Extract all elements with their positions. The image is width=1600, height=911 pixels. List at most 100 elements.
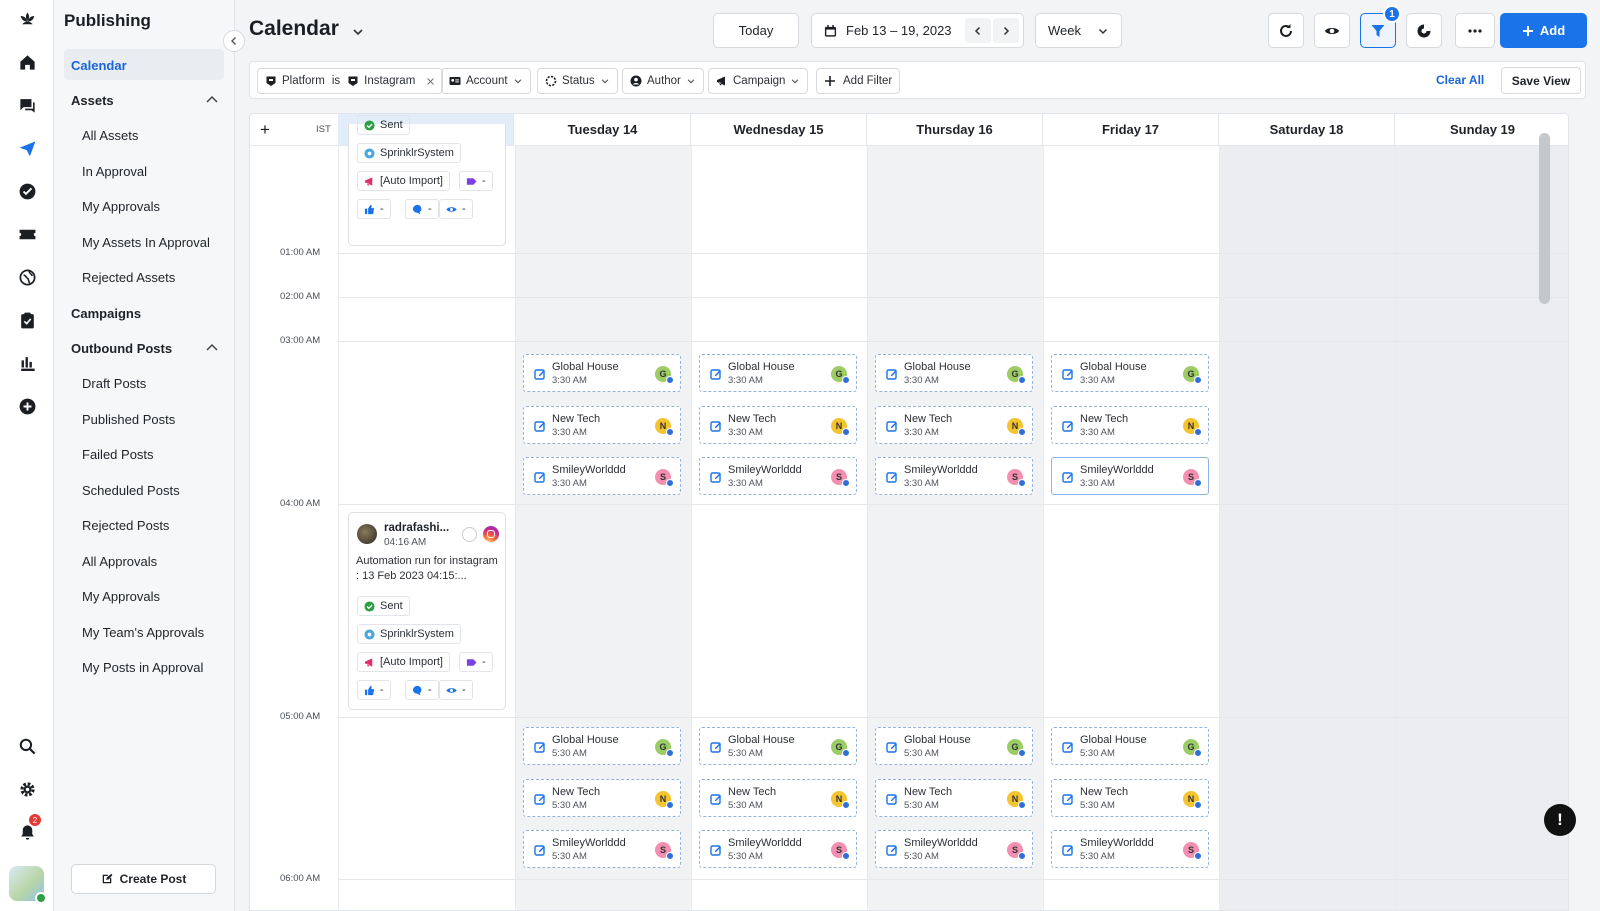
globe-icon[interactable] (14, 264, 40, 290)
notifications-icon[interactable]: 2 (14, 814, 41, 845)
scheduled-post-card[interactable]: New Tech 5:30 AM N (1051, 779, 1209, 817)
approvals-icon[interactable] (14, 178, 40, 204)
sidebar-item-calendar[interactable]: Calendar (64, 49, 224, 80)
clear-all-link[interactable]: Clear All (1436, 73, 1484, 87)
scheduled-post-card[interactable]: Global House 3:30 AM G (523, 354, 681, 392)
post-card[interactable]: Sent SprinklrSystem [Auto Import] - - - - (348, 115, 506, 246)
day-header[interactable]: Wednesday 15 (691, 114, 867, 146)
sidebar-item-published-posts[interactable]: Published Posts (82, 412, 175, 427)
scheduled-post-card[interactable]: Global House 3:30 AM G (699, 354, 857, 392)
avatar[interactable] (9, 866, 47, 904)
chevron-up-icon[interactable] (205, 93, 219, 107)
day-header[interactable]: Saturday 18 (1219, 114, 1395, 146)
sidebar-item-failed-posts[interactable]: Failed Posts (82, 447, 154, 462)
previous-week-button[interactable] (965, 18, 991, 43)
sidebar-item-rejected-assets[interactable]: Rejected Assets (82, 270, 175, 285)
settings-icon[interactable] (14, 776, 40, 802)
post-author[interactable]: radrafashi... (384, 522, 449, 534)
logo-icon[interactable] (14, 6, 40, 32)
create-post-button[interactable]: Create Post (71, 864, 216, 894)
sidebar-section-campaigns[interactable]: Campaigns (71, 306, 141, 321)
campaign-filter-chip[interactable]: Campaign (708, 68, 809, 94)
more-options-button[interactable] (1455, 13, 1495, 48)
post-card[interactable]: radrafashi... 04:16 AM Automation run for … (348, 512, 506, 710)
save-view-button[interactable]: Save View (1501, 67, 1581, 94)
tasks-icon[interactable] (14, 307, 40, 333)
status-filter-chip[interactable]: Status (537, 68, 618, 94)
facebook-icon (1018, 479, 1026, 487)
scheduled-post-card[interactable]: Global House 3:30 AM G (1051, 354, 1209, 392)
sidebar-item-my-approvals[interactable]: My Approvals (82, 589, 160, 604)
home-icon[interactable] (14, 49, 40, 75)
sidebar-item-all-assets[interactable]: All Assets (82, 128, 138, 143)
calendar-scrollbar[interactable] (1539, 133, 1550, 304)
scheduled-post-card[interactable]: New Tech 5:30 AM N (699, 779, 857, 817)
scheduled-post-card[interactable]: SmileyWorlddd 5:30 AM S (1051, 830, 1209, 868)
today-button[interactable]: Today (713, 13, 799, 48)
scheduled-post-card[interactable]: New Tech 3:30 AM N (1051, 406, 1209, 444)
collapse-sidebar-button[interactable] (223, 30, 245, 52)
chevron-up-icon[interactable] (205, 341, 219, 355)
close-icon[interactable] (426, 77, 435, 86)
sidebar-item-my-teams-approvals[interactable]: My Team's Approvals (82, 625, 204, 640)
day-column[interactable] (1219, 146, 1395, 910)
scheduled-post-card[interactable]: SmileyWorlddd 5:30 AM S (699, 830, 857, 868)
sidebar-section-assets[interactable]: Assets (71, 93, 114, 108)
filter-button[interactable]: 1 (1360, 5, 1401, 48)
scheduled-post-card[interactable]: Global House 5:30 AM G (523, 727, 681, 765)
scheduled-post-card[interactable]: Global House 3:30 AM G (875, 354, 1033, 392)
add-filter-button[interactable]: Add Filter (816, 68, 901, 94)
feedback-button[interactable]: ! (1544, 804, 1576, 836)
scheduled-post-card[interactable]: New Tech 3:30 AM N (875, 406, 1033, 444)
publishing-icon[interactable] (14, 135, 40, 161)
scheduled-post-card[interactable]: New Tech 3:30 AM N (699, 406, 857, 444)
scheduled-post-card[interactable]: SmileyWorlddd 3:30 AM S (523, 457, 681, 495)
ticket-icon[interactable] (14, 221, 40, 247)
scheduled-post-card[interactable]: New Tech 5:30 AM N (875, 779, 1033, 817)
reports-icon[interactable] (14, 350, 40, 376)
scheduled-post-card[interactable]: SmileyWorlddd 5:30 AM S (523, 830, 681, 868)
scheduled-post-card[interactable]: Global House 5:30 AM G (1051, 727, 1209, 765)
day-header[interactable]: Tuesday 14 (515, 114, 691, 146)
sidebar-item-my-posts-in-approval[interactable]: My Posts in Approval (82, 660, 203, 675)
sidebar-item-in-approval[interactable]: In Approval (82, 164, 147, 179)
date-range-picker[interactable]: Feb 13 – 19, 2023 (811, 13, 1024, 48)
search-icon[interactable] (14, 733, 40, 759)
likes-count[interactable]: - (357, 199, 391, 219)
view-select[interactable]: Week (1035, 13, 1122, 48)
sidebar-item-my-approvals[interactable]: My Approvals (82, 199, 160, 214)
messages-icon[interactable] (14, 92, 40, 118)
add-event-plus-icon[interactable]: + (260, 120, 270, 140)
scheduled-post-card[interactable]: Global House 5:30 AM G (875, 727, 1033, 765)
day-header[interactable]: Thursday 16 (867, 114, 1043, 146)
account-filter-chip[interactable]: Account (441, 68, 531, 94)
views-count[interactable]: - (439, 680, 473, 700)
day-header[interactable]: Friday 17 (1043, 114, 1219, 146)
comments-count[interactable]: - (405, 199, 439, 219)
scheduled-post-card[interactable]: SmileyWorlddd 3:30 AM S (875, 457, 1033, 495)
scheduled-post-card[interactable]: SmileyWorlddd 3:30 AM S (699, 457, 857, 495)
next-week-button[interactable] (993, 18, 1019, 43)
add-button[interactable]: Add (1500, 13, 1587, 48)
scheduled-post-card[interactable]: SmileyWorlddd 5:30 AM S (875, 830, 1033, 868)
scheduled-post-card[interactable]: SmileyWorlddd 3:30 AM S (1051, 457, 1209, 495)
chevron-down-icon[interactable] (351, 25, 365, 39)
views-count[interactable]: - (439, 199, 473, 219)
scheduled-post-card[interactable]: New Tech 3:30 AM N (523, 406, 681, 444)
sidebar-section-outbound-posts[interactable]: Outbound Posts (71, 341, 172, 356)
preview-button[interactable] (1314, 13, 1350, 48)
sidebar-item-my-assets-in-approval[interactable]: My Assets In Approval (82, 235, 210, 250)
comments-count[interactable]: - (405, 680, 439, 700)
sidebar-item-all-approvals[interactable]: All Approvals (82, 554, 157, 569)
sidebar-item-scheduled-posts[interactable]: Scheduled Posts (82, 483, 180, 498)
scheduled-post-card[interactable]: Global House 5:30 AM G (699, 727, 857, 765)
author-filter-chip[interactable]: Author (622, 68, 704, 94)
scheduled-post-card[interactable]: New Tech 5:30 AM N (523, 779, 681, 817)
sidebar-item-draft-posts[interactable]: Draft Posts (82, 376, 146, 391)
analytics-button[interactable] (1406, 13, 1442, 48)
add-circle-icon[interactable] (14, 393, 40, 419)
platform-filter-chip[interactable]: Platform is Instagram (257, 68, 444, 94)
sidebar-item-rejected-posts[interactable]: Rejected Posts (82, 518, 169, 533)
likes-count[interactable]: - (357, 680, 391, 700)
refresh-button[interactable] (1268, 13, 1304, 48)
